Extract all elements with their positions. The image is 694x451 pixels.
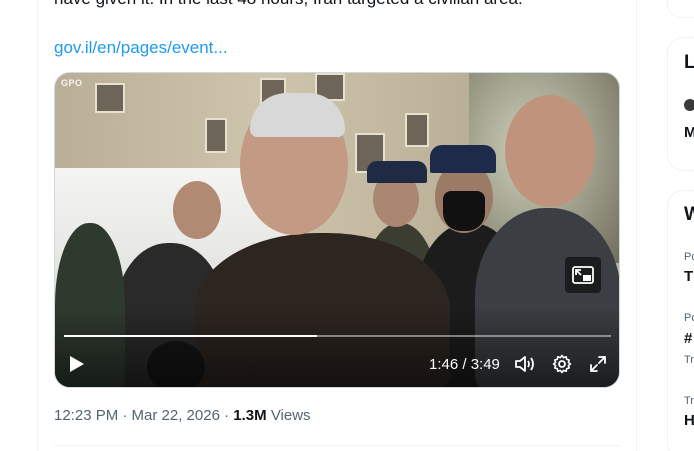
tweet-link[interactable]: gov.il/en/pages/event...: [54, 37, 228, 59]
play-icon: [70, 356, 84, 372]
trend-context: Pc: [684, 312, 694, 324]
trend-context: Tr: [684, 395, 694, 407]
trend-title[interactable]: #: [684, 330, 694, 347]
video-scene-window: [405, 113, 429, 147]
gear-icon: [552, 354, 572, 374]
video-scene-window: [95, 83, 125, 113]
video-scene-mask: [443, 191, 485, 231]
meta-separator: ·: [224, 407, 230, 424]
picture-in-picture-icon: [572, 266, 594, 284]
tweet-text: have given it. In the last 48 hours, Ira…: [54, 0, 523, 10]
video-scene-window: [205, 118, 227, 153]
tweet-meta: 12:23 PM · Mar 22, 2026 · 1.3M Views: [54, 406, 311, 426]
avatar[interactable]: [684, 99, 694, 111]
video-scene-head: [505, 95, 595, 207]
sidebar-card-top: [667, 0, 694, 18]
trend-context: Pc: [684, 251, 694, 263]
video-progress-bar[interactable]: [64, 335, 611, 337]
sidebar-card-heading: L: [684, 52, 694, 73]
fullscreen-icon: [590, 356, 606, 372]
views-count: 1.3M: [233, 407, 267, 424]
fullscreen-button[interactable]: [586, 352, 610, 376]
settings-button[interactable]: [550, 352, 574, 376]
video-player[interactable]: GPO 1:46 / 3:49: [54, 72, 620, 388]
volume-icon: [515, 356, 534, 372]
divider: [54, 445, 620, 446]
trend-posts: Tr: [684, 354, 694, 366]
trend-title[interactable]: H: [684, 412, 694, 429]
tweet-timestamp[interactable]: 12:23 PM · Mar 22, 2026: [54, 407, 220, 424]
sidebar-trends-heading: W: [684, 204, 694, 225]
video-scene-police-cap: [367, 161, 427, 183]
volume-button[interactable]: [513, 352, 537, 376]
trend-title[interactable]: T: [684, 268, 694, 285]
video-scene-cap: [430, 145, 496, 173]
video-time-display: 1:46 / 3:49: [429, 356, 500, 373]
views-label: Views: [270, 407, 311, 424]
video-watermark: GPO: [61, 78, 83, 88]
video-progress-fill: [64, 335, 318, 337]
video-scene-head: [173, 181, 221, 239]
play-button[interactable]: [65, 352, 89, 376]
sidebar-card-item[interactable]: M: [684, 124, 694, 141]
picture-in-picture-button[interactable]: [565, 257, 601, 293]
